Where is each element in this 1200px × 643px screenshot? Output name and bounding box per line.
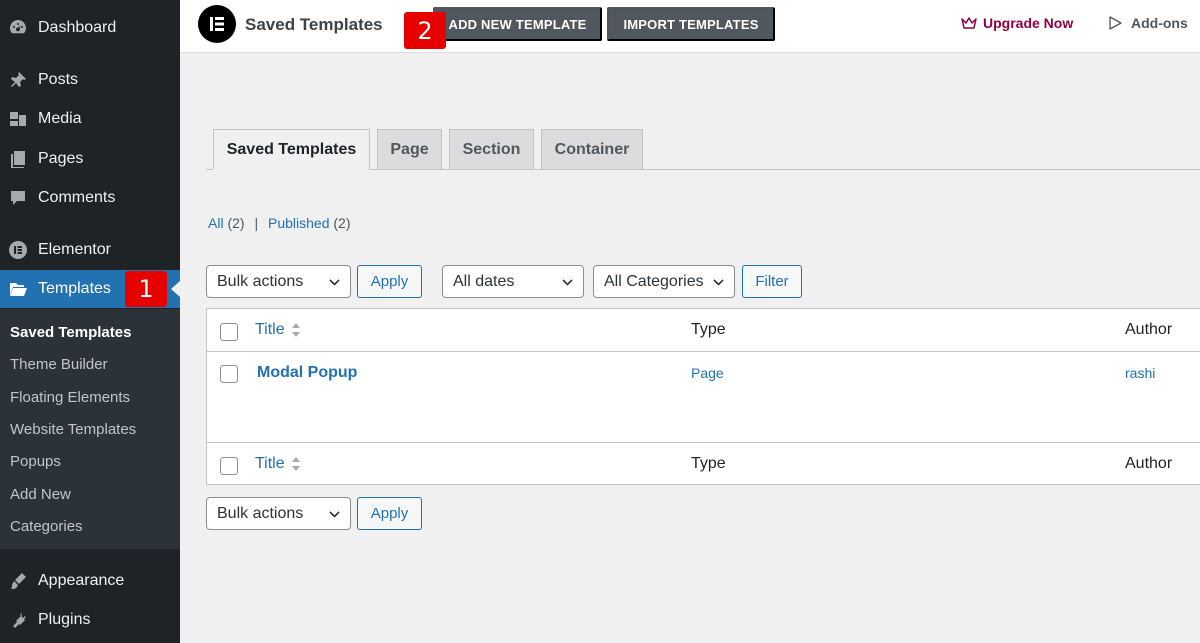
page-title: Saved Templates — [245, 15, 383, 34]
title-column-label: Title — [255, 455, 285, 472]
template-author-link[interactable]: rashi — [1125, 365, 1155, 381]
elementor-icon — [7, 239, 29, 261]
sidebar-item-label: Comments — [38, 189, 116, 206]
play-outline-icon — [1109, 16, 1122, 30]
sidebar-item-posts[interactable]: Posts — [0, 61, 180, 99]
type-column-label: Type — [691, 455, 726, 472]
chevron-down-icon — [713, 279, 724, 286]
templates-table: Title Type Author Modal Popup Page rashi… — [206, 308, 1200, 485]
submenu-saved-templates[interactable]: Saved Templates — [10, 324, 131, 341]
filter-published-link[interactable]: Published — [268, 215, 330, 231]
title-column-label: Title — [255, 321, 285, 338]
filter-all-link[interactable]: All — [208, 215, 224, 231]
upgrade-now-link[interactable]: Upgrade Now — [961, 15, 1073, 31]
bulk-actions-value: Bulk actions — [217, 504, 304, 522]
upgrade-label: Upgrade Now — [983, 15, 1074, 31]
add-new-template-button[interactable]: ADD NEW TEMPLATE — [433, 7, 602, 41]
chevron-down-icon — [329, 279, 340, 286]
submenu-website-templates[interactable]: Website Templates — [10, 421, 136, 438]
author-column-label: Author — [1125, 321, 1173, 338]
dates-filter-value: All dates — [453, 272, 515, 290]
admin-sidebar: Dashboard Posts Media Pages Comments Ele… — [0, 0, 180, 643]
import-templates-button[interactable]: IMPORT TEMPLATES — [607, 7, 775, 41]
submenu-popups[interactable]: Popups — [10, 453, 61, 470]
select-all-checkbox-top[interactable] — [220, 323, 238, 341]
submenu-floating-elements[interactable]: Floating Elements — [10, 389, 130, 406]
tab-container[interactable]: Container — [541, 129, 643, 170]
sidebar-item-dashboard[interactable]: Dashboard — [0, 9, 180, 47]
sidebar-item-label: Appearance — [38, 572, 125, 589]
apply-button-top[interactable]: Apply — [357, 265, 422, 298]
elementor-top-bar: Saved Templates ADD NEW TEMPLATE IMPORT … — [180, 0, 1200, 53]
sort-arrows-icon — [291, 457, 300, 471]
sidebar-item-label: Media — [38, 110, 82, 127]
template-type-link[interactable]: Page — [691, 365, 724, 381]
sidebar-item-comments[interactable]: Comments — [0, 179, 180, 217]
apply-button-bottom[interactable]: Apply — [357, 497, 422, 530]
sort-arrows-icon — [291, 323, 300, 337]
dashboard-icon — [7, 17, 29, 39]
folder-icon — [7, 278, 29, 300]
chevron-down-icon — [329, 511, 340, 518]
submenu-add-new[interactable]: Add New — [10, 486, 71, 503]
sidebar-item-label: Plugins — [38, 611, 91, 628]
templates-submenu: Saved Templates Theme Builder Floating E… — [0, 309, 180, 549]
type-column-label: Type — [691, 321, 726, 338]
filter-button[interactable]: Filter — [742, 265, 802, 298]
filter-all-count: (2) — [227, 215, 245, 231]
categories-filter-value: All Categories — [604, 272, 704, 290]
crown-icon — [961, 17, 977, 29]
sidebar-item-label: Templates — [38, 280, 111, 297]
pin-icon — [7, 69, 29, 91]
table-header: Title Type Author — [207, 309, 1200, 352]
brush-icon — [7, 570, 29, 592]
row-checkbox[interactable] — [220, 365, 238, 383]
sidebar-item-elementor[interactable]: Elementor — [0, 231, 180, 269]
categories-filter-select[interactable]: All Categories — [593, 265, 735, 298]
select-all-checkbox-bottom[interactable] — [220, 457, 238, 475]
submenu-categories[interactable]: Categories — [10, 518, 83, 535]
sidebar-item-pages[interactable]: Pages — [0, 140, 180, 178]
sidebar-item-label: Elementor — [38, 241, 111, 258]
tab-saved-templates[interactable]: Saved Templates — [213, 129, 370, 170]
bulk-actions-select-bottom[interactable]: Bulk actions — [206, 497, 351, 530]
template-title-link[interactable]: Modal Popup — [257, 364, 357, 382]
filter-separator: | — [254, 215, 259, 231]
sidebar-item-appearance[interactable]: Appearance — [0, 562, 180, 600]
step-badge-2: 2 — [404, 12, 446, 49]
title-column-sort[interactable]: Title — [255, 321, 301, 339]
sidebar-item-label: Pages — [38, 150, 84, 167]
title-column-sort-footer[interactable]: Title — [255, 455, 301, 473]
table-footer: Title Type Author — [207, 442, 1200, 485]
filter-published-count: (2) — [333, 215, 351, 231]
author-column-label: Author — [1125, 455, 1173, 472]
elementor-logo-icon — [198, 5, 236, 43]
bulk-actions-select-top[interactable]: Bulk actions — [206, 265, 351, 298]
sidebar-item-label: Posts — [38, 71, 79, 88]
sidebar-item-label: Dashboard — [38, 19, 117, 36]
sidebar-item-plugins[interactable]: Plugins — [0, 601, 180, 639]
media-icon — [7, 108, 29, 130]
add-ons-link[interactable]: Add-ons — [1107, 15, 1188, 31]
step-badge-1: 1 — [125, 271, 167, 307]
comment-icon — [7, 187, 29, 209]
status-filter-links: All (2) | Published (2) — [208, 215, 351, 231]
bulk-actions-value: Bulk actions — [217, 272, 304, 290]
chevron-down-icon — [562, 279, 573, 286]
pages-icon — [7, 148, 29, 170]
sidebar-item-media[interactable]: Media — [0, 100, 180, 138]
plug-icon — [7, 609, 29, 631]
add-ons-label: Add-ons — [1131, 15, 1188, 31]
tab-section[interactable]: Section — [449, 129, 534, 170]
submenu-theme-builder[interactable]: Theme Builder — [10, 356, 108, 373]
dates-filter-select[interactable]: All dates — [442, 265, 584, 298]
tab-page[interactable]: Page — [377, 129, 442, 170]
